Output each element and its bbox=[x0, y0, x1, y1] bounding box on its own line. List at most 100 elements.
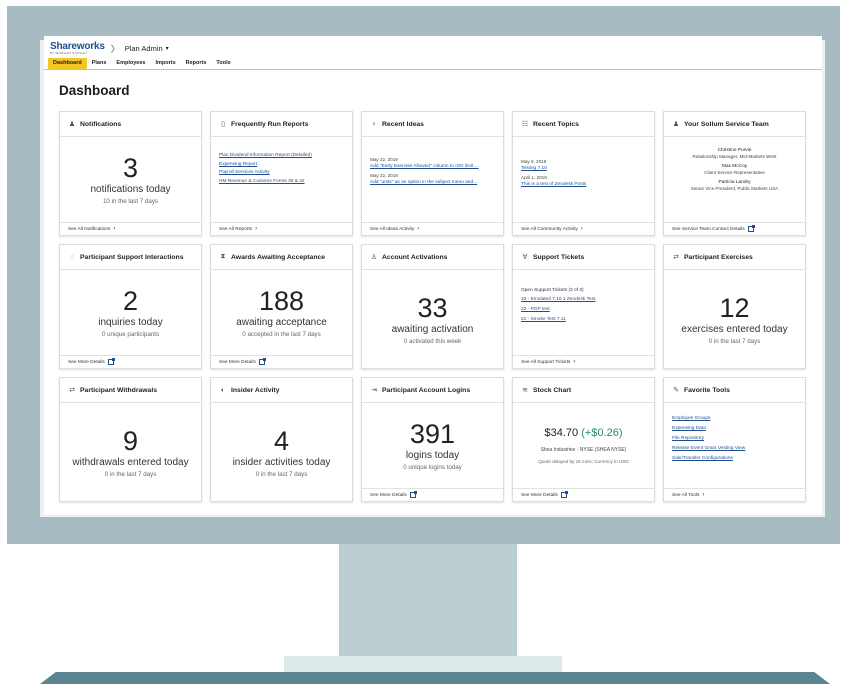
support-tickets-card: ∀ Support Tickets Open Support Tickets (… bbox=[512, 244, 655, 369]
footer-label: See More Details bbox=[370, 492, 407, 498]
card-footer-link[interactable]: See All Community Activity › bbox=[513, 222, 654, 235]
card-title: Recent Topics bbox=[533, 120, 579, 128]
monitor-stand bbox=[339, 544, 517, 658]
footer-label: See All Tools bbox=[672, 492, 700, 498]
brand-name: Shareworks bbox=[50, 40, 105, 52]
monitor-base bbox=[40, 672, 830, 684]
card-title: Insider Activity bbox=[231, 386, 280, 394]
card-title: Stock Chart bbox=[533, 386, 572, 394]
tool-link[interactable]: Release Event Grant Vesting View bbox=[672, 444, 799, 454]
chevron-right-icon: › bbox=[702, 492, 705, 498]
list-icon: ☷ bbox=[521, 121, 529, 128]
tab-imports[interactable]: Imports bbox=[150, 58, 180, 69]
ticket-icon: ∀ bbox=[522, 254, 528, 261]
tab-reports[interactable]: Reports bbox=[181, 58, 212, 69]
card-title: Awards Awaiting Acceptance bbox=[231, 253, 326, 261]
metric-number: 4 bbox=[273, 425, 290, 456]
card-footer-link[interactable]: See More Details bbox=[211, 355, 352, 368]
dashboard-grid: ♟ Notifications 3 notifications today 10… bbox=[59, 111, 807, 502]
card-header: ♙ Account Activations bbox=[362, 245, 503, 270]
external-link-icon bbox=[409, 491, 417, 498]
card-footer-link[interactable]: See All Support Tickets › bbox=[513, 355, 654, 368]
card-header: ♟ Your Sollum Service Team bbox=[664, 112, 805, 137]
idea-link[interactable]: Add "Early Exercise Allowed" column to I… bbox=[370, 163, 497, 170]
report-link[interactable]: Expensing Report bbox=[219, 161, 346, 170]
stock-disclaimer: Quote delayed by 15 mins; Currency in US… bbox=[538, 459, 629, 464]
chevron-down-icon[interactable]: ▾ bbox=[166, 45, 169, 52]
card-footer-link[interactable]: See More Details bbox=[513, 488, 654, 501]
login-icon: ⇥ bbox=[371, 387, 377, 394]
card-header: ◌ Participant Support Interactions bbox=[60, 245, 201, 270]
ideas-list: May 22, 2019 Add "Early Exercise Allowed… bbox=[370, 157, 497, 186]
stock-company: Shea Industries - NYSE (SHEA NYSE) bbox=[540, 447, 627, 453]
report-link[interactable]: Plan Dividend Information Report (Detail… bbox=[219, 152, 346, 161]
report-link[interactable]: HM Revenue & Customs Forms 35 & 42 bbox=[219, 178, 346, 187]
context-switcher[interactable]: Plan Admin bbox=[125, 44, 163, 53]
card-footer-link[interactable]: See More Details bbox=[362, 488, 503, 501]
brand-logo[interactable]: Shareworks BY MORGAN STANLEY bbox=[50, 40, 105, 55]
metric-subtext: 0 unique participants bbox=[101, 330, 160, 338]
metric-subtext: 0 in the last 7 days bbox=[708, 337, 761, 345]
tool-link[interactable]: File Repository bbox=[672, 434, 799, 444]
metric-subtext: 0 activated this week bbox=[403, 337, 462, 345]
frequent-reports-card: ▯ Frequently Run Reports Plan Dividend I… bbox=[210, 111, 353, 236]
chart-icon: ≋ bbox=[522, 387, 528, 394]
card-title: Account Activations bbox=[382, 253, 448, 261]
nav-divider bbox=[44, 69, 822, 70]
card-header: ⧗ Awards Awaiting Acceptance bbox=[211, 245, 352, 270]
tab-plans[interactable]: Plans bbox=[87, 58, 112, 69]
card-body: $34.70 (+$0.26) Shea Industries - NYSE (… bbox=[513, 404, 654, 487]
card-body: 33 awaiting activation 0 activated this … bbox=[362, 271, 503, 368]
insider-activity-card: ◐ Insider Activity 4 insider activities … bbox=[210, 377, 353, 502]
tool-link[interactable]: Employee Groups bbox=[672, 414, 799, 424]
top-bar: Shareworks BY MORGAN STANLEY 〉 Plan Admi… bbox=[50, 40, 169, 56]
recent-topics-card: ☷ Recent Topics May 6, 2019 Testing 7.10… bbox=[512, 111, 655, 236]
transfer-icon: ⇄ bbox=[673, 254, 679, 261]
card-body: 2 inquiries today 0 unique participants bbox=[60, 271, 201, 354]
card-title: Favorite Tools bbox=[684, 386, 730, 394]
bell-icon: ♟ bbox=[68, 121, 76, 128]
card-body: 12 exercises entered today 0 in the last… bbox=[664, 271, 805, 368]
ticket-link[interactable]: 10 - Emulated 7.10.1 Zendesk Test bbox=[521, 295, 648, 305]
tool-link[interactable]: Expensing Data bbox=[672, 424, 799, 434]
card-title: Support Tickets bbox=[533, 253, 585, 261]
footer-label: See More Details bbox=[68, 359, 105, 365]
card-header: ≋ Stock Chart bbox=[513, 378, 654, 403]
card-footer-link[interactable]: See More Details bbox=[60, 355, 201, 368]
topic-link[interactable]: This is a test of Zendesk Posts bbox=[521, 181, 648, 188]
tools-list: Employee Groups Expensing Data File Repo… bbox=[672, 414, 799, 464]
card-footer-link[interactable]: See All Notifications › bbox=[60, 222, 201, 235]
info-icon: ◐ bbox=[220, 386, 226, 394]
stock-chart-card: ≋ Stock Chart $34.70 (+$0.26) Shea Indus… bbox=[512, 377, 655, 502]
card-body: 9 withdrawals entered today 0 in the las… bbox=[60, 404, 201, 501]
awards-card: ⧗ Awards Awaiting Acceptance 188 awaitin… bbox=[210, 244, 353, 369]
screen: Shareworks BY MORGAN STANLEY 〉 Plan Admi… bbox=[44, 36, 822, 515]
card-footer-link[interactable]: See All Reports › bbox=[211, 222, 352, 235]
metric-label: notifications today bbox=[90, 183, 171, 195]
card-title: Your Sollum Service Team bbox=[684, 120, 769, 128]
idea-link[interactable]: Add "units" as an option in the subject … bbox=[370, 179, 497, 186]
ticket-link[interactable]: 22 - PGP test bbox=[521, 305, 648, 315]
tickets-list: Open Support Tickets (3 of 3) 10 - Emula… bbox=[521, 287, 648, 325]
card-title: Participant Account Logins bbox=[382, 386, 471, 394]
report-list: Plan Dividend Information Report (Detail… bbox=[219, 152, 346, 186]
card-header: ✎ Favorite Tools bbox=[664, 378, 805, 403]
ticket-link[interactable]: 21 - Smoke Test 7.11 bbox=[521, 315, 648, 325]
footer-label: See All Ideas Activity bbox=[370, 226, 415, 232]
tab-dashboard[interactable]: Dashboard bbox=[48, 58, 87, 69]
report-link[interactable]: Payroll Services Activity bbox=[219, 169, 346, 178]
participant-exercises-card: ⇄ Participant Exercises 12 exercises ent… bbox=[663, 244, 806, 369]
transfer-icon: ⇄ bbox=[69, 387, 75, 394]
card-footer-link[interactable]: See Service Team Contact Details bbox=[664, 222, 805, 235]
tab-employees[interactable]: Employees bbox=[111, 58, 150, 69]
card-footer-link[interactable]: See All Ideas Activity › bbox=[362, 222, 503, 235]
footer-label: See All Reports bbox=[219, 226, 253, 232]
topic-link[interactable]: Testing 7.10 bbox=[521, 165, 648, 172]
tool-link[interactable]: Sale/Transfer Configurations bbox=[672, 454, 799, 464]
tab-tools[interactable]: Tools bbox=[211, 58, 235, 69]
recent-ideas-card: ♀ Recent Ideas May 22, 2019 Add "Early E… bbox=[361, 111, 504, 236]
card-footer-link[interactable]: See All Tools › bbox=[664, 488, 805, 501]
external-link-icon bbox=[107, 358, 115, 365]
metric-number: 33 bbox=[417, 292, 448, 323]
card-title: Participant Withdrawals bbox=[80, 386, 157, 394]
